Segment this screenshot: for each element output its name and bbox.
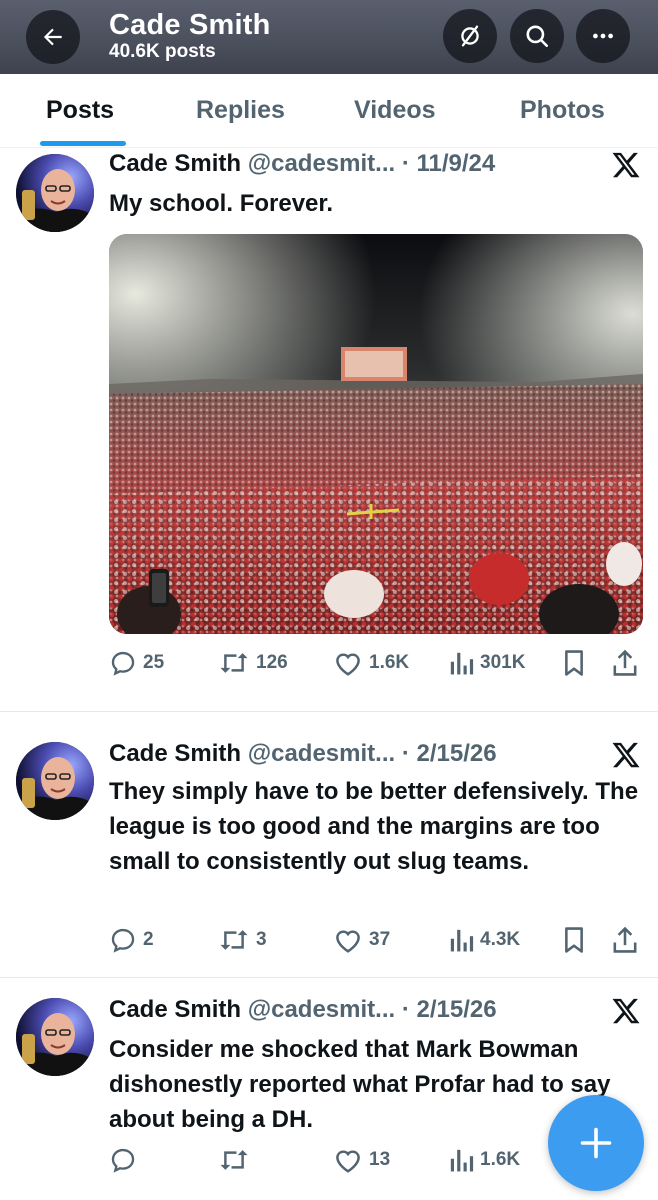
avatar[interactable] bbox=[16, 154, 94, 232]
author-handle[interactable]: @cadesmit... bbox=[248, 150, 395, 177]
plus-icon bbox=[580, 1127, 612, 1159]
author-name[interactable]: Cade Smith bbox=[109, 996, 241, 1023]
reply-icon bbox=[111, 1148, 135, 1173]
repost-icon bbox=[220, 930, 248, 950]
share-icon bbox=[613, 926, 637, 953]
views-count: 1.6K bbox=[480, 1149, 521, 1170]
author-name[interactable]: Cade Smith bbox=[109, 150, 241, 177]
repost-button[interactable]: 126 bbox=[218, 649, 288, 677]
reply-count: 25 bbox=[143, 652, 165, 673]
post-actions: 25 126 1.6K 301K bbox=[0, 649, 658, 679]
like-button[interactable]: 13 bbox=[333, 1146, 390, 1174]
like-count: 13 bbox=[369, 1149, 391, 1170]
views-icon bbox=[450, 1149, 474, 1172]
avatar[interactable] bbox=[16, 998, 94, 1076]
bookmark-icon bbox=[565, 650, 583, 676]
repost-button[interactable] bbox=[218, 1146, 256, 1174]
like-count: 1.6K bbox=[369, 652, 410, 673]
post-date[interactable]: 2/15/26 bbox=[417, 740, 497, 767]
post-photo[interactable] bbox=[109, 234, 643, 634]
share-icon bbox=[613, 649, 637, 676]
repost-button[interactable]: 3 bbox=[218, 926, 267, 954]
views-icon bbox=[450, 929, 474, 952]
reply-icon bbox=[111, 928, 135, 953]
like-button[interactable]: 1.6K bbox=[333, 649, 409, 677]
like-button[interactable]: 37 bbox=[333, 926, 390, 954]
views-button[interactable]: 301K bbox=[448, 649, 525, 677]
heart-icon bbox=[336, 1150, 360, 1173]
views-button[interactable]: 1.6K bbox=[448, 1146, 520, 1174]
post[interactable]: Cade Smith @cadesmit... · 2/15/26 They s… bbox=[0, 712, 658, 978]
views-count: 301K bbox=[480, 652, 526, 673]
post-header: Cade Smith @cadesmit... · 2/15/26 bbox=[109, 996, 497, 1023]
post[interactable]: Cade Smith @cadesmit... · 11/9/24 My sch… bbox=[0, 0, 658, 712]
post-text: They simply have to be better defensivel… bbox=[109, 778, 639, 875]
reply-button[interactable]: 25 bbox=[109, 649, 164, 677]
views-button[interactable]: 4.3K bbox=[448, 926, 520, 954]
author-handle[interactable]: @cadesmit... bbox=[248, 996, 395, 1023]
share-button[interactable] bbox=[612, 926, 638, 954]
post-actions: 2 3 37 4.3K bbox=[0, 926, 658, 956]
views-icon bbox=[450, 652, 474, 675]
like-count: 37 bbox=[369, 929, 391, 950]
heart-icon bbox=[336, 930, 360, 953]
post-date[interactable]: 11/9/24 bbox=[417, 150, 496, 177]
share-button[interactable] bbox=[612, 649, 638, 677]
x-logo-icon bbox=[612, 152, 640, 178]
author-name[interactable]: Cade Smith bbox=[109, 740, 241, 767]
repost-count: 3 bbox=[256, 929, 267, 950]
bookmark-button[interactable] bbox=[562, 649, 586, 677]
post-header: Cade Smith @cadesmit... · 11/9/24 bbox=[109, 150, 496, 177]
post-header: Cade Smith @cadesmit... · 2/15/26 bbox=[109, 740, 497, 767]
compose-button[interactable] bbox=[548, 1095, 644, 1191]
x-logo-icon bbox=[612, 998, 640, 1024]
reply-icon bbox=[111, 651, 135, 676]
heart-icon bbox=[336, 653, 360, 676]
bookmark-button[interactable] bbox=[562, 926, 586, 954]
bookmark-icon bbox=[565, 927, 583, 953]
post-date[interactable]: 2/15/26 bbox=[417, 996, 497, 1023]
views-count: 4.3K bbox=[480, 929, 521, 950]
reply-button[interactable]: 2 bbox=[109, 926, 154, 954]
reply-count: 2 bbox=[143, 929, 154, 950]
repost-icon bbox=[220, 653, 248, 673]
avatar[interactable] bbox=[16, 742, 94, 820]
author-handle[interactable]: @cadesmit... bbox=[248, 740, 395, 767]
x-logo-icon bbox=[612, 742, 640, 768]
repost-count: 126 bbox=[256, 652, 288, 673]
post-text: My school. Forever. bbox=[109, 190, 334, 217]
reply-button[interactable] bbox=[109, 1146, 143, 1174]
repost-icon bbox=[220, 1150, 248, 1170]
